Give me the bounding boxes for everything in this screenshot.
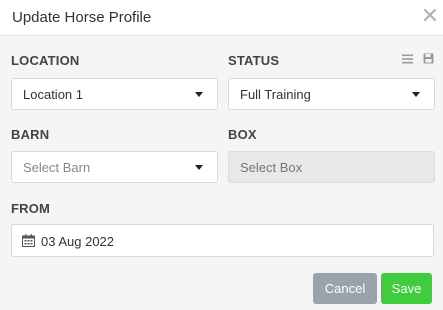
list-icon[interactable] (402, 51, 413, 69)
location-select[interactable]: Location 1 (11, 78, 218, 110)
dialog-header: Update Horse Profile (0, 0, 443, 36)
dialog-title: Update Horse Profile (12, 9, 152, 26)
cancel-button-label: Cancel (324, 281, 366, 296)
from-date-input[interactable]: 03 Aug 2022 (11, 224, 434, 257)
save-button-label: Save (391, 281, 422, 296)
status-label: STATUS (228, 53, 280, 68)
caret-down-icon (195, 92, 203, 97)
save-button[interactable]: Save (381, 273, 432, 304)
box-placeholder: Select Box (240, 160, 303, 175)
status-select[interactable]: Full Training (228, 78, 435, 110)
barn-placeholder: Select Barn (23, 160, 91, 175)
calendar-icon (22, 234, 35, 247)
box-label: BOX (228, 127, 257, 142)
barn-label: BARN (11, 127, 50, 142)
status-value: Full Training (240, 87, 311, 102)
cancel-button[interactable]: Cancel (313, 273, 377, 304)
caret-down-icon (195, 165, 203, 170)
from-date-value: 03 Aug 2022 (41, 234, 115, 249)
from-label: FROM (11, 201, 51, 216)
box-select: Select Box (228, 151, 435, 183)
location-label: LOCATION (11, 53, 80, 68)
update-horse-profile-dialog: Update Horse Profile LOCATION Location 1… (0, 0, 443, 310)
location-value: Location 1 (23, 87, 83, 102)
floppy-disk-icon[interactable] (423, 51, 434, 69)
close-icon[interactable] (423, 8, 437, 22)
barn-select[interactable]: Select Barn (11, 151, 218, 183)
caret-down-icon (412, 92, 420, 97)
